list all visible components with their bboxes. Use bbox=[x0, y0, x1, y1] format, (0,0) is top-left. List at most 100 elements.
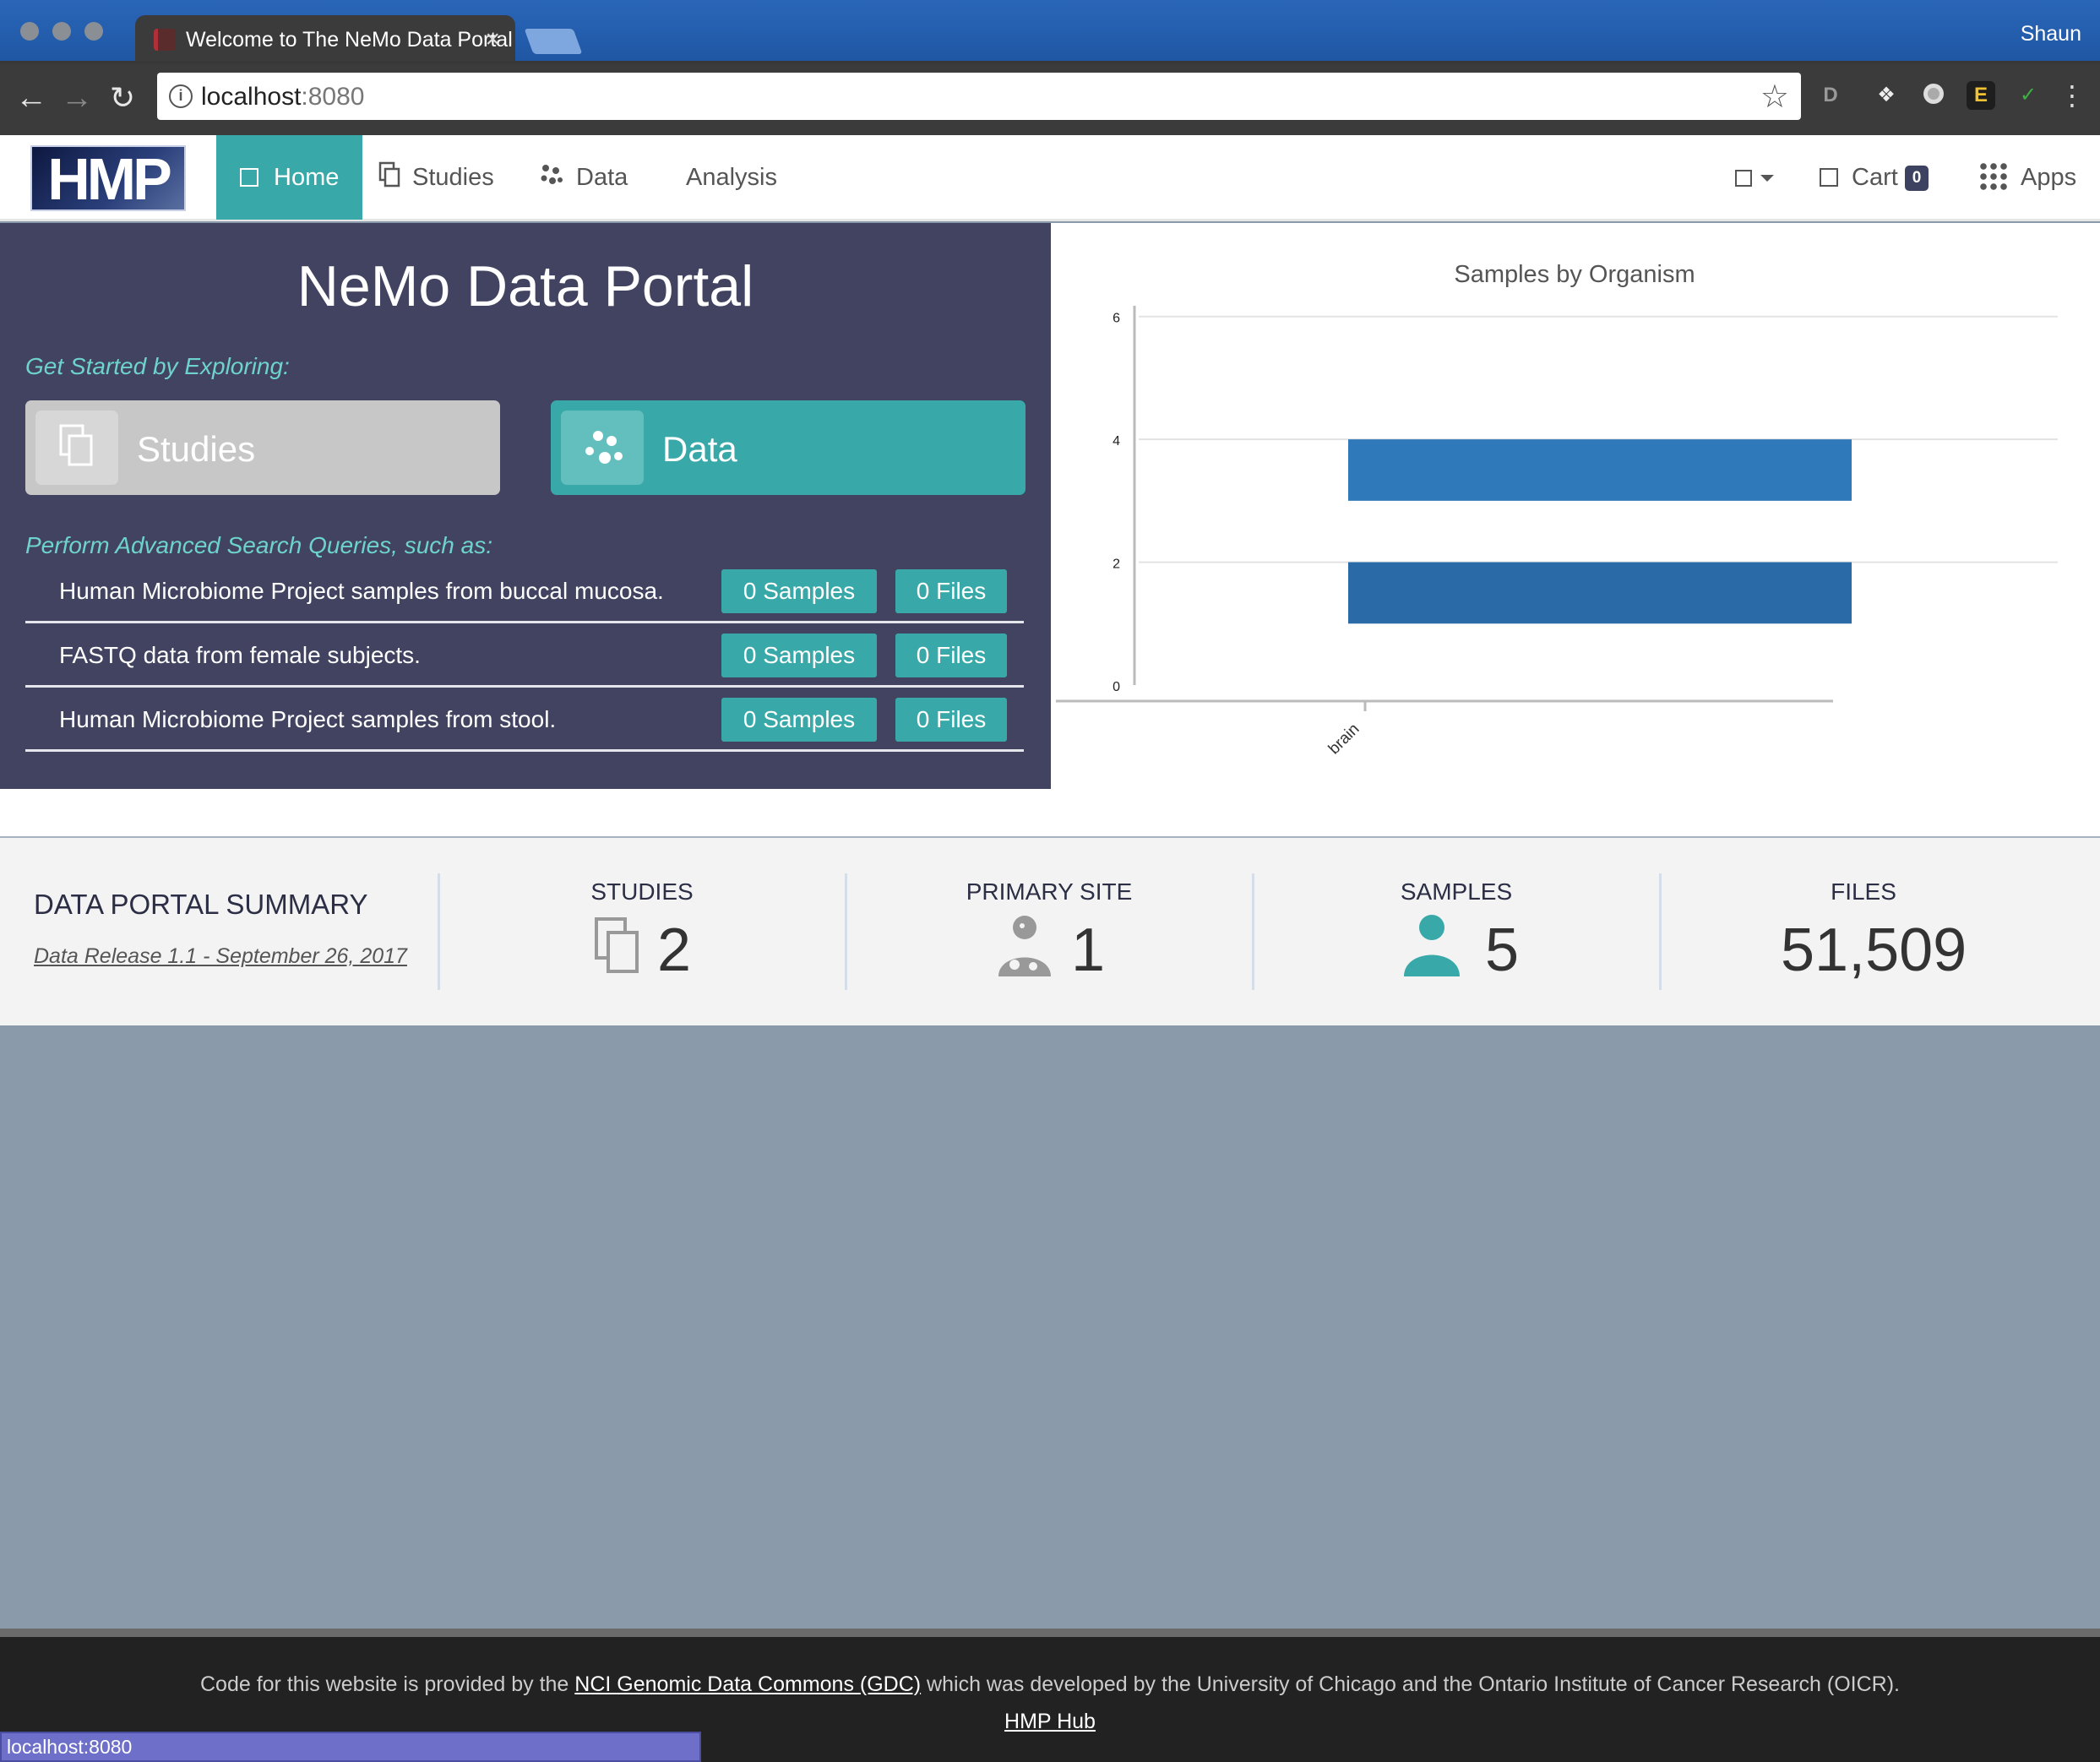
apps-label: Apps bbox=[2021, 164, 2077, 191]
window-minimize-button[interactable] bbox=[52, 22, 71, 41]
section-spacer bbox=[0, 789, 2100, 838]
stat-studies-value: 2 bbox=[657, 916, 692, 984]
apps-grid-icon bbox=[1978, 161, 2007, 190]
query-files-button[interactable]: 0 Files bbox=[895, 698, 1007, 742]
stat-primary-site-value: 1 bbox=[1071, 916, 1106, 984]
nav-apps[interactable]: Apps bbox=[1978, 135, 2076, 220]
query-files-button[interactable]: 0 Files bbox=[895, 569, 1007, 613]
nav-cart[interactable]: Cart 0 bbox=[1820, 135, 1929, 220]
profile-name[interactable]: Shaun bbox=[2021, 22, 2081, 46]
release-link[interactable]: Data Release 1.1 - September 26, 2017 bbox=[34, 944, 407, 969]
query-samples-button[interactable]: 0 Samples bbox=[721, 569, 877, 613]
address-bar[interactable]: i localhost:8080 ☆ bbox=[157, 73, 1801, 120]
dots-cluster-icon bbox=[585, 431, 623, 464]
hmp-logo[interactable]: HMP bbox=[30, 145, 186, 211]
home-square-icon bbox=[240, 168, 258, 187]
y-tick-label: 0 bbox=[1113, 680, 1120, 694]
query-link[interactable]: FASTQ data from female subjects. bbox=[59, 642, 421, 669]
query-samples-button[interactable]: 0 Samples bbox=[721, 634, 877, 677]
user-icon bbox=[1402, 914, 1461, 982]
nav-data[interactable]: Data bbox=[539, 135, 628, 220]
extension-e-icon[interactable]: E bbox=[1967, 81, 1995, 110]
footer-divider bbox=[0, 1629, 2100, 1637]
footer-suffix: which was developed by the University of… bbox=[921, 1672, 1900, 1696]
square-icon bbox=[1735, 170, 1752, 187]
tab-title: Welcome to The NeMo Data Portal bbox=[186, 28, 513, 52]
nav-data-label: Data bbox=[576, 164, 628, 191]
reload-icon[interactable]: ↻ bbox=[110, 79, 135, 117]
bar-segment[interactable] bbox=[1348, 562, 1852, 624]
y-tick-label: 2 bbox=[1113, 557, 1120, 572]
explore-data-button[interactable]: Data bbox=[551, 400, 1026, 495]
data-icon-box bbox=[561, 411, 644, 485]
url-host: localhost bbox=[201, 83, 302, 111]
query-files-button[interactable]: 0 Files bbox=[895, 634, 1007, 677]
page-title: NeMo Data Portal bbox=[297, 254, 754, 318]
chart-panel: Samples by Organism 0 2 4 6 brain bbox=[1051, 223, 2100, 789]
window-zoom-button[interactable] bbox=[84, 22, 103, 41]
explore-studies-button[interactable]: Studies bbox=[25, 400, 500, 495]
cart-label: Cart bbox=[1852, 164, 1898, 191]
explore-studies-label: Studies bbox=[137, 429, 256, 469]
query-row: FASTQ data from female subjects. 0 Sampl… bbox=[25, 623, 1024, 688]
data-portal-summary: DATA PORTAL SUMMARY Data Release 1.1 - S… bbox=[0, 838, 2100, 1025]
x-tick-label: brain bbox=[1325, 721, 1363, 759]
browser-status-bar: localhost:8080 bbox=[0, 1732, 701, 1762]
favicon-icon bbox=[154, 29, 176, 51]
stat-files-value: 51,509 bbox=[1781, 916, 1967, 984]
language-dropdown[interactable] bbox=[1735, 135, 1774, 220]
info-icon[interactable]: i bbox=[169, 84, 193, 108]
cart-square-icon bbox=[1820, 168, 1838, 187]
bar-segment[interactable] bbox=[1348, 439, 1852, 501]
new-tab-button[interactable] bbox=[524, 29, 583, 54]
y-tick-label: 4 bbox=[1113, 434, 1120, 449]
hmp-hub-link[interactable]: HMP Hub bbox=[0, 1710, 2100, 1734]
samples-by-organism-chart: Samples by Organism 0 2 4 6 brain bbox=[1056, 261, 2058, 759]
forward-arrow-icon[interactable]: → bbox=[61, 79, 93, 117]
window-close-button[interactable] bbox=[20, 22, 39, 41]
extension-dl-icon[interactable]: D bbox=[1816, 81, 1845, 110]
body-site-icon bbox=[995, 914, 1054, 982]
dropbox-icon[interactable]: ❖ bbox=[1872, 81, 1901, 110]
extension-check-icon[interactable]: ✓ bbox=[2014, 81, 2043, 110]
copy-icon bbox=[378, 135, 400, 220]
bookmark-star-icon[interactable]: ☆ bbox=[1760, 78, 1789, 116]
stat-samples-label: SAMPLES bbox=[1400, 878, 1513, 905]
footer-credit: Code for this website is provided by the… bbox=[0, 1672, 2100, 1697]
stat-files-label: FILES bbox=[1831, 878, 1896, 905]
browser-tab-bar: Welcome to The NeMo Data Portal × Shaun bbox=[0, 0, 2100, 64]
url-port: :8080 bbox=[301, 83, 365, 111]
dots-cluster-icon bbox=[539, 135, 564, 220]
extension-circle-icon[interactable] bbox=[1919, 81, 1948, 110]
nav-home-label: Home bbox=[274, 164, 340, 191]
studies-icon-box bbox=[35, 411, 118, 485]
browser-menu-icon[interactable]: ⋮ bbox=[2058, 81, 2086, 110]
query-row: Human Microbiome Project samples from bu… bbox=[25, 559, 1024, 623]
chart-title: Samples by Organism bbox=[1454, 261, 1695, 288]
query-link[interactable]: Human Microbiome Project samples from bu… bbox=[59, 578, 664, 605]
nav-home[interactable]: Home bbox=[216, 135, 363, 220]
gdc-link[interactable]: NCI Genomic Data Commons (GDC) bbox=[574, 1672, 921, 1696]
stat-samples-value: 5 bbox=[1485, 916, 1520, 984]
hero-panel: NeMo Data Portal Get Started by Explorin… bbox=[0, 223, 1051, 789]
explore-heading: Get Started by Exploring: bbox=[25, 353, 290, 379]
back-arrow-icon[interactable]: ← bbox=[15, 79, 47, 117]
nav-analysis[interactable]: Analysis bbox=[686, 135, 777, 220]
nav-studies[interactable]: Studies bbox=[378, 135, 494, 220]
copy-icon bbox=[593, 916, 644, 981]
url-text[interactable]: localhost:8080 bbox=[201, 83, 364, 111]
app-navbar: HMP Home Studies Data Analysis Cart 0 App… bbox=[0, 135, 2100, 221]
cart-count-badge: 0 bbox=[1904, 166, 1929, 191]
tab-close-icon[interactable]: × bbox=[485, 15, 500, 64]
summary-title: DATA PORTAL SUMMARY bbox=[34, 889, 368, 920]
stat-primary-site-label: PRIMARY SITE bbox=[966, 878, 1133, 905]
nav-analysis-label: Analysis bbox=[686, 164, 777, 191]
copy-icon bbox=[59, 424, 93, 466]
browser-tab[interactable]: Welcome to The NeMo Data Portal × bbox=[135, 15, 515, 64]
hmp-hub-label: HMP Hub bbox=[1004, 1710, 1096, 1733]
query-row: Human Microbiome Project samples from st… bbox=[25, 688, 1024, 752]
query-link[interactable]: Human Microbiome Project samples from st… bbox=[59, 706, 556, 733]
queries-heading: Perform Advanced Search Queries, such as… bbox=[25, 532, 492, 558]
y-tick-label: 6 bbox=[1113, 312, 1120, 326]
query-samples-button[interactable]: 0 Samples bbox=[721, 698, 877, 742]
